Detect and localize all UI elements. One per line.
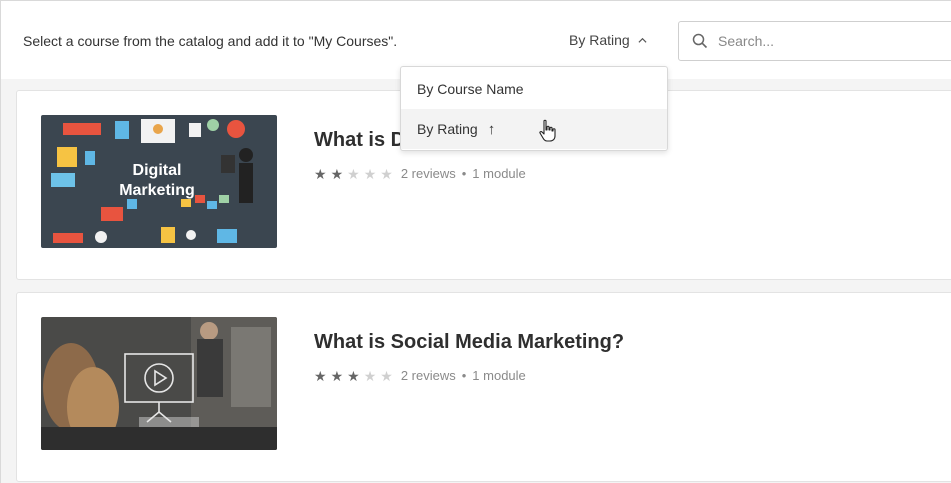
catalog-intro-text: Select a course from the catalog and add…: [23, 33, 398, 49]
sort-option-label: By Rating: [417, 121, 478, 137]
chevron-up-icon: [638, 37, 647, 43]
star-icon: ★: [347, 165, 360, 182]
sort-label: By Rating: [569, 32, 630, 48]
digital-marketing-illustration: Digital Marketing: [41, 115, 277, 248]
course-meta: ★ ★ ★ ★ ★ 2 reviews • 1 module: [314, 368, 526, 383]
star-icon: ★: [363, 367, 377, 384]
separator-dot: •: [461, 368, 467, 383]
star-icon: ★: [347, 367, 360, 384]
modules-count: 1 module: [472, 368, 526, 383]
star-icon: ★: [330, 165, 344, 182]
sort-option-label: By Course Name: [417, 81, 524, 97]
search-box[interactable]: [678, 21, 951, 61]
star-rating: ★ ★ ★ ★ ★: [314, 167, 393, 181]
sort-dropdown-toggle[interactable]: By Rating: [569, 32, 647, 48]
hand-pointer-cursor-icon: [539, 119, 556, 142]
reviews-count: 2 reviews: [400, 166, 456, 181]
sort-dropdown-menu: By Course Name By Rating ↑: [400, 66, 668, 151]
star-icon: ★: [380, 367, 393, 384]
sort-option-rating[interactable]: By Rating ↑: [401, 109, 667, 149]
modules-count: 1 module: [472, 166, 526, 181]
reviews-count: 2 reviews: [400, 368, 456, 383]
search-icon: [692, 33, 708, 49]
star-icon: ★: [330, 367, 344, 384]
course-title[interactable]: What is Social Media Marketing?: [314, 331, 624, 354]
thumbnail-text-line1: Digital: [133, 162, 182, 179]
arrow-up-icon: ↑: [487, 120, 496, 138]
course-catalog-panel: Select a course from the catalog and add…: [0, 0, 951, 483]
course-card[interactable]: What is Social Media Marketing? ★ ★ ★ ★ ★ 2 …: [16, 292, 951, 482]
separator-dot: •: [461, 166, 467, 181]
sort-option-course-name[interactable]: By Course Name: [401, 69, 667, 109]
course-thumbnail[interactable]: Digital Marketing: [41, 115, 277, 248]
course-meta: ★ ★ ★ ★ ★ 2 reviews • 1 module: [314, 166, 526, 181]
star-rating: ★ ★ ★ ★ ★: [314, 369, 393, 383]
thumbnail-text-line2: Marketing: [119, 182, 195, 199]
social-media-marketing-photo: [41, 317, 277, 450]
star-icon: ★: [314, 165, 327, 182]
course-thumbnail[interactable]: [41, 317, 277, 450]
search-input[interactable]: [718, 33, 938, 49]
star-icon: ★: [380, 165, 393, 182]
star-icon: ★: [363, 165, 377, 182]
star-icon: ★: [314, 367, 327, 384]
